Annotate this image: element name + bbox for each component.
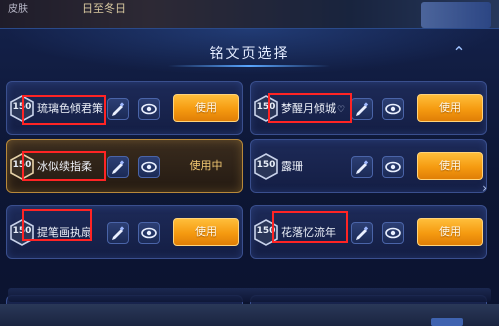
rune-page-dialog: 铭文页选择 ⌃ 150 琉璃色倾君策 使用 150 梦醒月倾城♡ 使用 150 … [0, 28, 499, 326]
dialog-footer [8, 288, 491, 302]
background-button [431, 318, 463, 326]
highlight-box [22, 95, 106, 125]
background-banner [421, 2, 491, 28]
edit-icon[interactable] [107, 98, 129, 120]
background-footer [0, 304, 499, 326]
use-button[interactable]: 使用 [417, 94, 483, 122]
highlight-box [22, 209, 92, 241]
use-button[interactable]: 使用 [417, 152, 483, 180]
preview-eye-icon[interactable] [382, 98, 404, 120]
use-button[interactable]: 使用 [173, 218, 239, 246]
chevron-right-icon[interactable]: › [482, 181, 487, 195]
rune-page-card-4[interactable]: 150 露珊 使用 [250, 139, 487, 193]
preview-eye-icon[interactable] [138, 98, 160, 120]
level-badge-icon: 150 [254, 153, 278, 180]
edit-icon[interactable] [351, 98, 373, 120]
title-underline [168, 65, 330, 67]
preview-eye-icon[interactable] [382, 222, 404, 244]
preview-eye-icon[interactable] [138, 156, 160, 178]
preview-eye-icon[interactable] [138, 222, 160, 244]
edit-icon[interactable] [351, 222, 373, 244]
background-tab-skin: 皮肤 [8, 4, 28, 15]
edit-icon[interactable] [351, 156, 373, 178]
use-button[interactable]: 使用 [417, 218, 483, 246]
dialog-title: 铭文页选择 [209, 46, 290, 62]
edit-icon[interactable] [107, 156, 129, 178]
background-tab-title: 日至冬日 [82, 2, 126, 15]
highlight-box [268, 93, 352, 123]
background-header: 皮肤 日至冬日 [0, 0, 499, 30]
highlight-box [22, 151, 106, 181]
preview-eye-icon[interactable] [382, 156, 404, 178]
rune-page-name: 露珊 [281, 160, 303, 173]
highlight-box [272, 211, 348, 243]
level-value: 150 [256, 160, 276, 170]
edit-icon[interactable] [107, 222, 129, 244]
use-button[interactable]: 使用 [173, 94, 239, 122]
close-icon[interactable]: ⌃ [449, 43, 469, 63]
in-use-label: 使用中 [189, 159, 223, 172]
